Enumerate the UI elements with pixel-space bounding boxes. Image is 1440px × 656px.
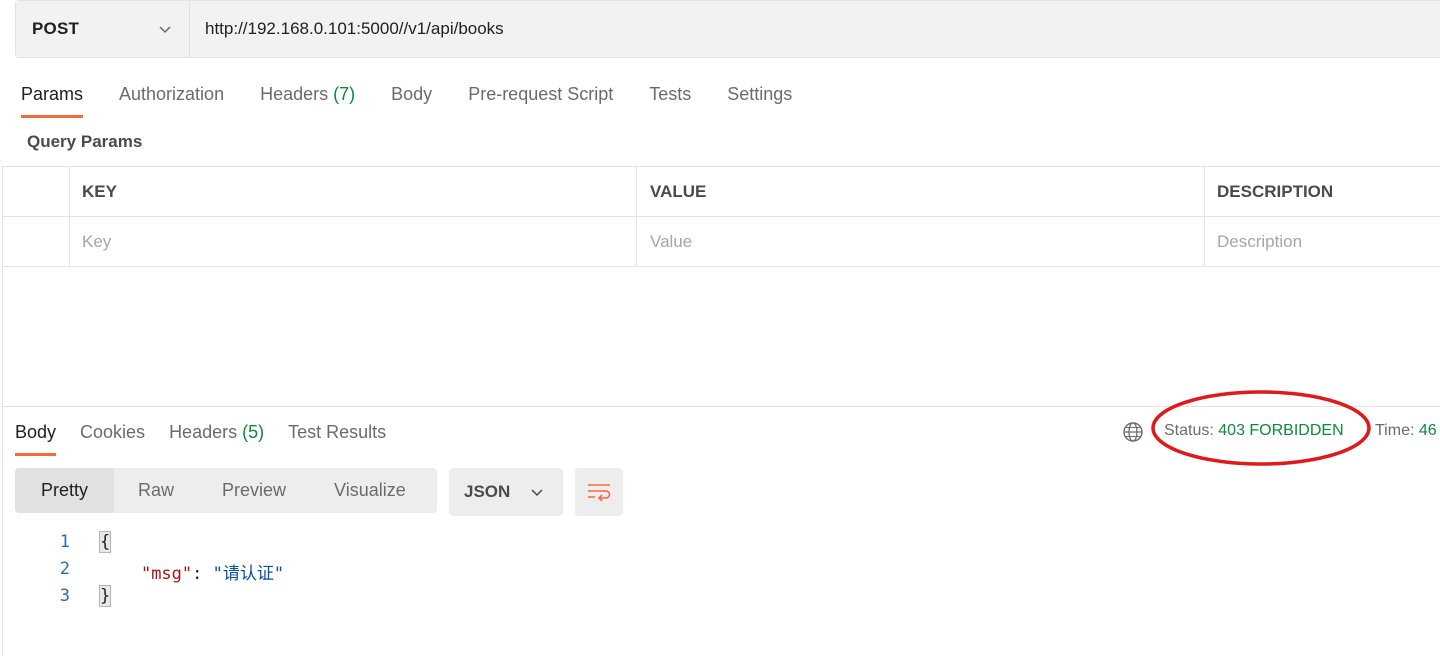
format-tabs: Pretty Raw Preview Visualize <box>15 468 437 513</box>
query-params-title: Query Params <box>27 132 143 151</box>
column-header-value: VALUE <box>637 167 1205 216</box>
open-brace: { <box>98 531 112 553</box>
table-row: Key Value Description <box>2 217 1440 267</box>
json-key: "msg" <box>140 564 193 584</box>
key-input[interactable]: Key <box>70 217 637 266</box>
tab-label: Pre-request Script <box>468 84 614 104</box>
format-tab-visualize[interactable]: Visualize <box>310 468 430 513</box>
query-params-table: KEY VALUE DESCRIPTION Key Value Descript… <box>2 166 1440 267</box>
tab-label: Settings <box>727 84 793 104</box>
tab-label: Body <box>15 422 57 442</box>
tab-settings[interactable]: Settings <box>727 82 792 118</box>
language-label: JSON <box>464 482 511 501</box>
wrap-lines-icon <box>588 484 611 502</box>
close-brace: } <box>98 585 112 607</box>
request-bar: POST http://192.168.0.101:5000//v1/api/b… <box>15 0 1440 58</box>
response-tab-test-results[interactable]: Test Results <box>288 420 386 456</box>
tab-label: Headers <box>169 422 238 442</box>
tab-label: Headers <box>260 84 329 104</box>
response-tab-body[interactable]: Body <box>15 420 57 456</box>
wrap-lines-button[interactable] <box>575 468 623 516</box>
tab-tests[interactable]: Tests <box>649 82 691 118</box>
response-headers-count: (5) <box>242 422 265 442</box>
response-tabs: Body Cookies Headers (5) Test Results <box>15 420 410 456</box>
table-header-row: KEY VALUE DESCRIPTION <box>2 167 1440 217</box>
tab-label: Cookies <box>80 422 146 442</box>
tab-params[interactable]: Params <box>21 82 84 118</box>
tab-label: Body <box>391 84 433 104</box>
format-tab-pretty[interactable]: Pretty <box>15 468 114 513</box>
code-text: "msg": "请认证" <box>100 559 284 584</box>
time-label: Time: <box>1375 422 1415 439</box>
globe-icon[interactable] <box>1122 421 1144 443</box>
checkbox-column-header <box>2 167 70 216</box>
json-separator: : <box>192 564 213 584</box>
response-tab-cookies[interactable]: Cookies <box>80 420 145 456</box>
tab-headers[interactable]: Headers (7) <box>260 82 355 118</box>
tab-label: Tests <box>649 84 692 104</box>
request-tabs: Params Authorization Headers (7) Body Pr… <box>21 82 828 122</box>
response-time[interactable]: Time: 46 <box>1375 422 1437 440</box>
line-number: 1 <box>59 532 70 552</box>
method-select[interactable]: POST <box>16 1 190 57</box>
highlight-annotation <box>1151 390 1371 466</box>
response-tab-headers[interactable]: Headers (5) <box>169 420 264 456</box>
chevron-down-icon <box>159 26 171 34</box>
code-text: { <box>98 531 112 553</box>
tab-label: Test Results <box>288 422 387 442</box>
method-label: POST <box>32 19 80 38</box>
column-header-description: DESCRIPTION <box>1217 181 1334 201</box>
line-number: 3 <box>59 586 70 606</box>
format-tab-raw[interactable]: Raw <box>114 468 198 513</box>
json-value: "请认证" <box>212 564 285 584</box>
row-checkbox-cell <box>2 217 70 266</box>
format-tab-preview[interactable]: Preview <box>198 468 310 513</box>
column-header-key: KEY <box>70 167 637 216</box>
headers-count: (7) <box>333 84 356 104</box>
tab-label: Params <box>21 84 84 104</box>
value-input[interactable]: Value <box>637 217 1205 266</box>
tab-label: Authorization <box>119 84 225 104</box>
tab-pre-request-script[interactable]: Pre-request Script <box>468 82 613 118</box>
url-input[interactable]: http://192.168.0.101:5000//v1/api/books <box>190 1 1440 57</box>
time-value: 46 <box>1418 422 1437 439</box>
description-input[interactable]: Description <box>1205 217 1440 266</box>
chevron-down-icon <box>531 489 543 497</box>
language-select[interactable]: JSON <box>449 468 563 516</box>
code-text: } <box>98 585 112 607</box>
line-number: 2 <box>59 559 70 579</box>
tab-body[interactable]: Body <box>391 82 432 118</box>
tab-authorization[interactable]: Authorization <box>119 82 224 118</box>
